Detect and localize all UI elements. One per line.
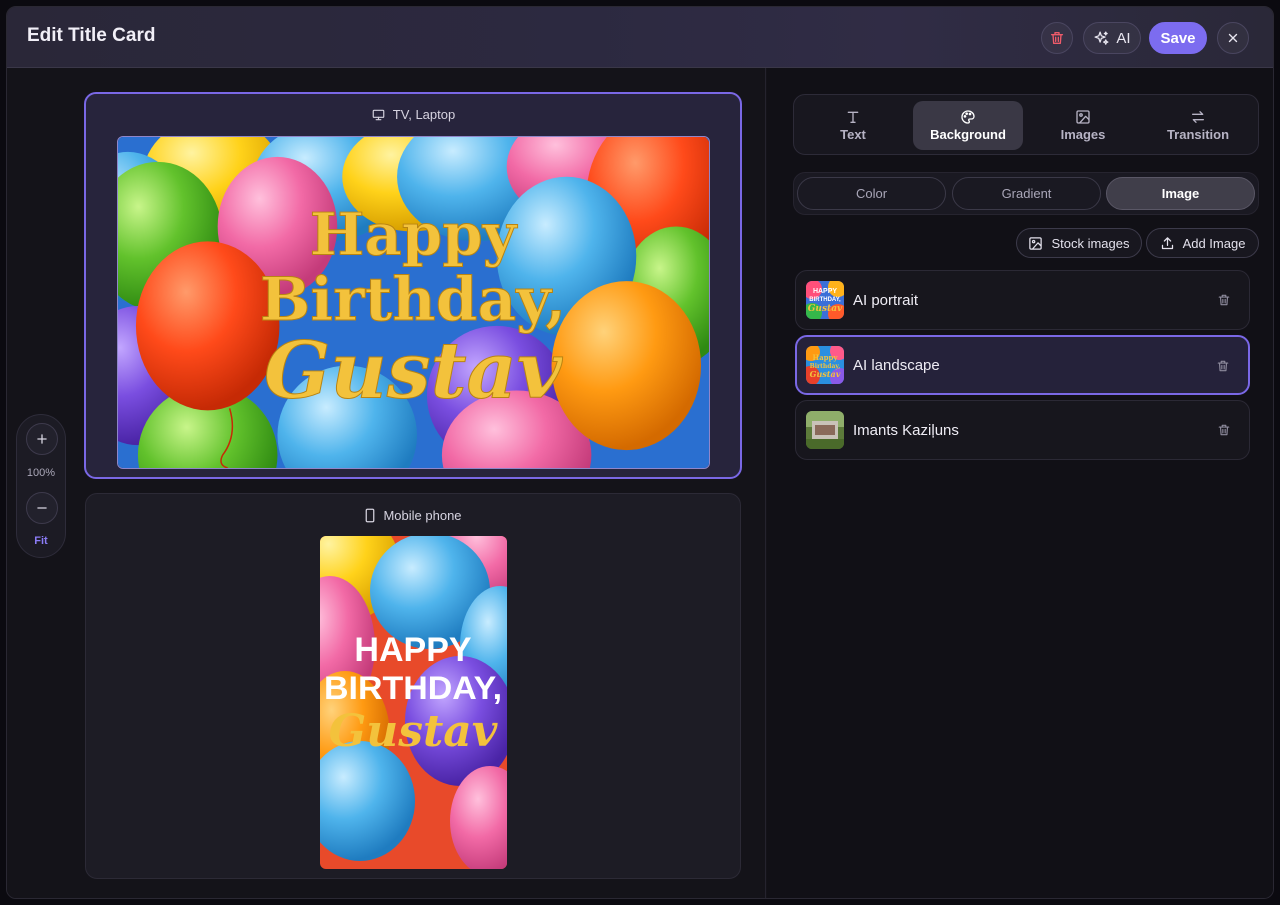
mobile-line-name: Gustav <box>329 706 498 757</box>
dialog-header: Edit Title Card AI Save <box>7 7 1273 68</box>
svg-text:Happy: Happy <box>812 353 838 362</box>
image-list-item[interactable]: Imants Kaziļuns <box>795 400 1250 460</box>
tv-title-card-image: Happy Birthday, Gustav <box>117 136 710 469</box>
mode-color-button[interactable]: Color <box>797 177 946 210</box>
image-thumbnail <box>806 411 844 449</box>
minus-icon <box>37 507 47 509</box>
image-thumbnail: HAPPY BIRTHDAY, Gustav <box>806 281 844 319</box>
ai-button-label: AI <box>1116 29 1131 47</box>
tab-images[interactable]: Images <box>1028 101 1138 150</box>
palette-icon <box>961 110 975 124</box>
image-thumbnail: Happy Birthday, Gustav <box>806 346 844 384</box>
add-image-button[interactable]: Add Image <box>1146 228 1259 258</box>
settings-panel: Text Background Images Transition Color … <box>767 68 1273 898</box>
save-button[interactable]: Save <box>1149 22 1207 54</box>
tab-transition[interactable]: Transition <box>1143 101 1253 150</box>
text-icon <box>847 111 859 123</box>
dialog-title: Edit Title Card <box>27 25 156 46</box>
tv-line-name: Gustav <box>264 326 563 417</box>
tv-line-happy: Happy <box>310 200 518 268</box>
mode-gradient-button[interactable]: Gradient <box>952 177 1101 210</box>
zoom-control: 100% Fit <box>16 414 66 558</box>
editor-tabs: Text Background Images Transition <box>793 94 1259 155</box>
ai-button[interactable]: AI <box>1083 22 1141 54</box>
svg-text:HAPPY: HAPPY <box>813 288 837 295</box>
edit-title-card-dialog: Edit Title Card AI Save 100% Fit TV, Lap… <box>6 6 1274 899</box>
close-icon <box>1228 33 1238 43</box>
close-button[interactable] <box>1217 22 1249 54</box>
monitor-icon <box>372 109 385 120</box>
tab-background[interactable]: Background <box>913 101 1023 150</box>
svg-text:BIRTHDAY,: BIRTHDAY, <box>809 297 841 303</box>
trash-icon[interactable] <box>1217 293 1231 307</box>
image-icon <box>1076 110 1090 124</box>
trash-icon[interactable] <box>1216 359 1230 373</box>
zoom-in-button[interactable] <box>26 423 58 455</box>
image-name: Imants Kaziļuns <box>853 422 959 439</box>
tv-laptop-preview[interactable]: TV, Laptop Happy Birthday, Gustav <box>84 92 742 479</box>
tv-line-birthday: Birthday, <box>260 265 566 335</box>
trash-icon <box>1051 31 1063 44</box>
image-list-item[interactable]: Happy Birthday, Gustav AI landscape <box>795 335 1250 395</box>
zoom-level: 100% <box>26 467 56 479</box>
tab-text[interactable]: Text <box>798 101 908 150</box>
svg-text:Gustav: Gustav <box>810 369 841 379</box>
upload-icon <box>1161 236 1173 249</box>
stock-images-button[interactable]: Stock images <box>1016 228 1142 258</box>
delete-button[interactable] <box>1041 22 1073 54</box>
mobile-title-card-image: HAPPY BIRTHDAY, Gustav <box>320 536 507 869</box>
mobile-line-happy: HAPPY <box>354 631 471 669</box>
fit-button[interactable]: Fit <box>17 535 65 547</box>
sparkles-icon <box>1094 30 1109 45</box>
mobile-preview[interactable]: Mobile phone HAPPY BIRTHDAY, Gustav <box>85 493 741 879</box>
preview-pane: 100% Fit TV, Laptop Happy Birthday, Gust… <box>7 68 766 898</box>
image-name: AI landscape <box>853 357 940 374</box>
mobile-preview-label: Mobile phone <box>86 508 740 523</box>
trash-icon[interactable] <box>1217 423 1231 437</box>
plus-icon <box>37 434 47 444</box>
background-mode-selector: Color Gradient Image <box>793 172 1259 215</box>
mobile-line-birthday: BIRTHDAY, <box>324 670 502 706</box>
svg-text:Gustav: Gustav <box>808 304 843 314</box>
mode-image-button[interactable]: Image <box>1106 177 1255 210</box>
image-list-item[interactable]: HAPPY BIRTHDAY, Gustav AI portrait <box>795 270 1250 330</box>
phone-icon <box>366 508 375 523</box>
image-icon <box>1029 236 1043 250</box>
image-name: AI portrait <box>853 292 919 309</box>
tv-preview-label: TV, Laptop <box>86 107 740 122</box>
zoom-out-button[interactable] <box>26 492 58 524</box>
transition-arrows-icon <box>1192 111 1204 123</box>
